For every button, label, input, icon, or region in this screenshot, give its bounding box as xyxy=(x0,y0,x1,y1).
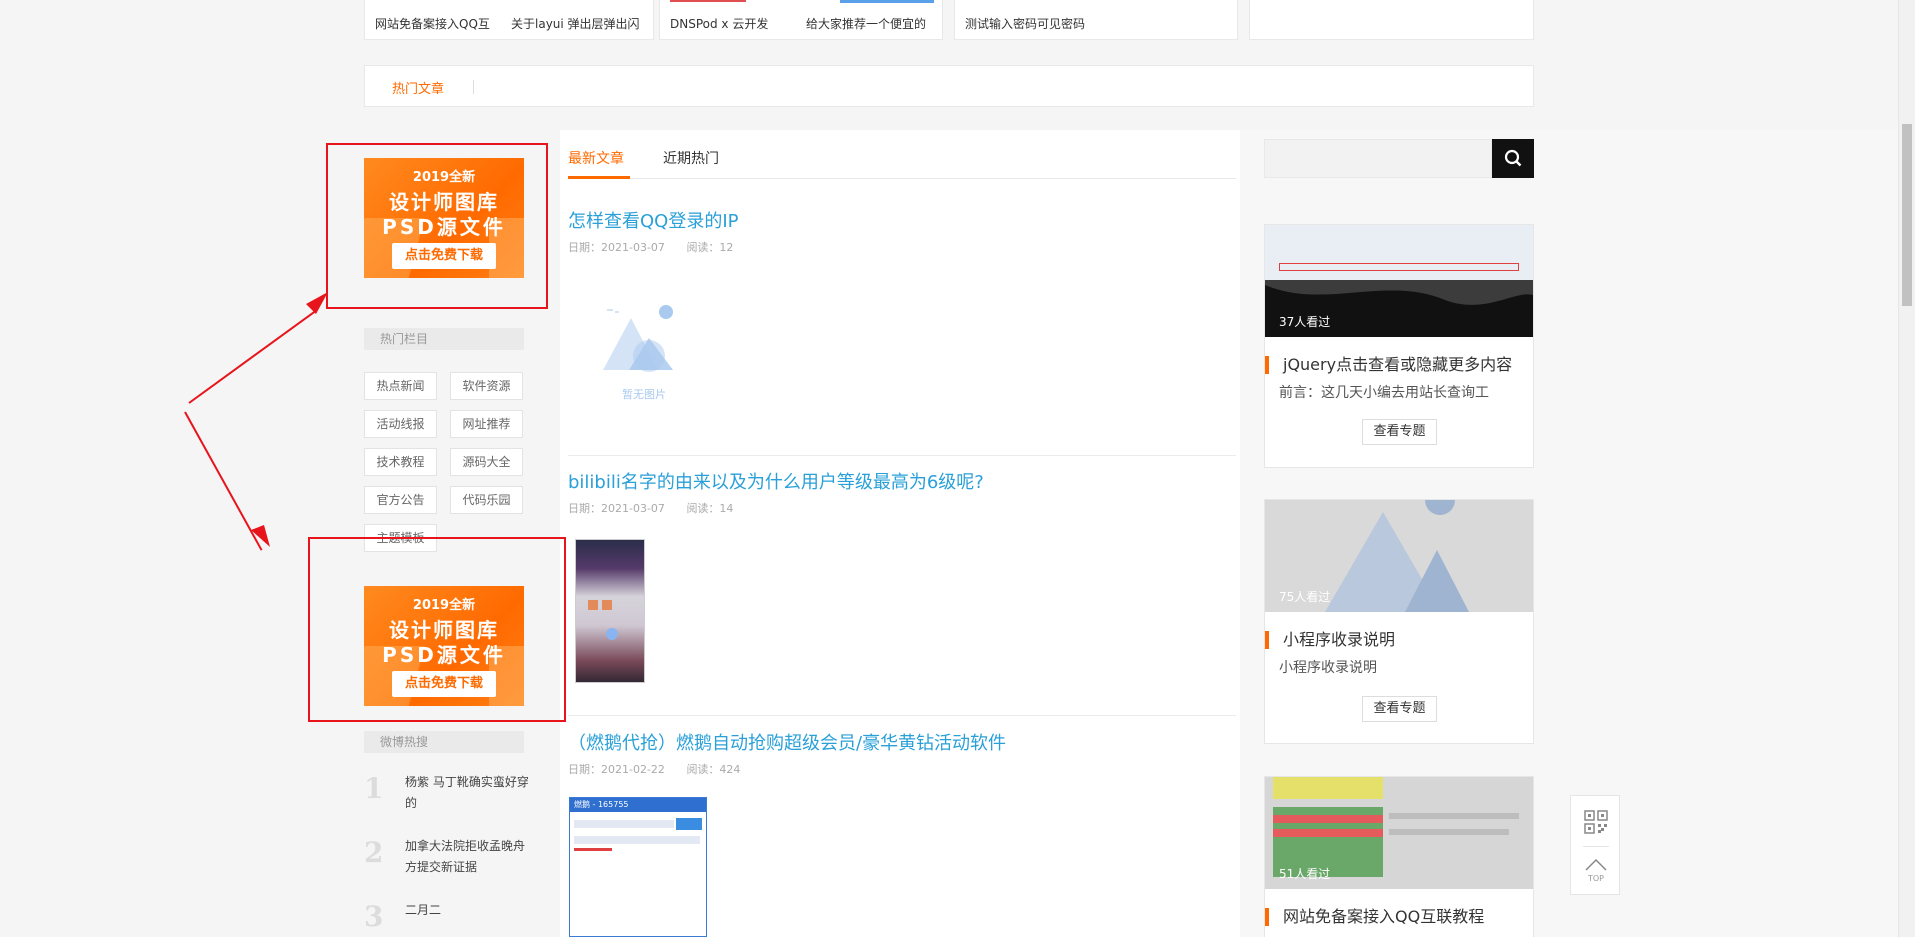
top-article-link[interactable]: 给大家推荐一个便宜的 xyxy=(806,15,926,32)
tab-rule xyxy=(568,178,1236,179)
category-button[interactable]: 技术教程 xyxy=(364,448,437,476)
back-to-top-label[interactable]: TOP xyxy=(1571,874,1621,883)
category-button[interactable]: 网址推荐 xyxy=(450,410,523,438)
thumb-edge xyxy=(670,0,746,2)
post-reads: 阅读：14 xyxy=(686,502,734,515)
topic-title[interactable]: 网站免备案接入QQ互联教程 xyxy=(1265,908,1484,926)
post-reads: 阅读：424 xyxy=(686,763,741,776)
top-article-link[interactable]: 网站免备案接入QQ互 xyxy=(375,15,490,32)
post-title-link[interactable]: （燃鹅代抢）燃鹅自动抢购超级会员/豪华黄钻活动软件 xyxy=(568,729,1006,755)
post-divider xyxy=(568,715,1236,716)
weibo-hot-item[interactable]: 1 杨紫 马丁靴确实蛮好穿的 xyxy=(364,772,534,816)
post-reads: 阅读：12 xyxy=(686,241,734,254)
post-date: 日期：2021-02-22 xyxy=(568,763,665,776)
thumb-decoration xyxy=(602,600,612,610)
thumb-edge xyxy=(840,0,934,3)
post-divider xyxy=(568,455,1236,456)
thumb-decoration xyxy=(606,628,618,640)
post-date: 日期：2021-03-07 xyxy=(568,241,665,254)
no-image-label: 暂无图片 xyxy=(622,388,666,401)
page-scrollbar[interactable] xyxy=(1898,0,1915,937)
category-button[interactable]: 代码乐园 xyxy=(450,486,523,514)
category-button[interactable]: 热点新闻 xyxy=(364,372,437,400)
view-count: 37人看过 xyxy=(1279,315,1331,329)
top-article-link[interactable]: 关于layui 弹出层弹出闪 xyxy=(511,15,640,32)
post-meta: 日期：2021-02-22 阅读：424 xyxy=(568,761,758,777)
annotation-box xyxy=(308,537,566,722)
category-button[interactable]: 官方公告 xyxy=(364,486,437,514)
weibo-hot-item[interactable]: 2 加拿大法院拒收孟晚舟方提交新证据 xyxy=(364,836,534,880)
arrow-head-icon xyxy=(251,525,270,547)
annotation-box xyxy=(326,143,548,309)
category-button[interactable]: 活动线报 xyxy=(364,410,437,438)
post-thumbnail[interactable] xyxy=(575,539,645,683)
toolbar-divider xyxy=(1583,846,1609,847)
qr-code-icon[interactable] xyxy=(1584,810,1608,834)
scrollbar-thumb[interactable] xyxy=(1902,124,1912,306)
no-image-placeholder[interactable]: 暂无图片 xyxy=(603,302,685,402)
arrow-head-icon xyxy=(306,292,328,314)
view-count: 51人看过 xyxy=(1279,867,1331,881)
rank-number: 3 xyxy=(364,900,384,933)
view-topic-button[interactable]: 查看专题 xyxy=(1362,419,1437,445)
back-to-top-icon[interactable] xyxy=(1584,856,1608,874)
topic-title[interactable]: jQuery点击查看或隐藏更多内容 xyxy=(1265,356,1512,374)
post-thumbnail[interactable]: 燃鹅 - 165755 xyxy=(569,797,707,937)
post-title-link[interactable]: 怎样查看QQ登录的IP xyxy=(568,207,739,233)
top-article-link[interactable]: 测试输入密码可见密码 xyxy=(965,15,1085,32)
weibo-hot-text[interactable]: 杨紫 马丁靴确实蛮好穿的 xyxy=(405,772,535,814)
thumb-decoration xyxy=(1273,815,1383,823)
active-tab-indicator xyxy=(568,176,630,179)
tab-separator xyxy=(473,80,474,94)
post-meta: 日期：2021-03-07 阅读：14 xyxy=(568,500,751,516)
floating-toolbar: TOP xyxy=(1570,795,1620,895)
top-article-link[interactable]: DNSPod x 云开发 xyxy=(670,15,768,32)
thumb-row xyxy=(574,836,700,844)
topic-card[interactable]: 51人看过 网站免备案接入QQ互联教程 xyxy=(1264,776,1534,937)
top-article-card[interactable] xyxy=(1249,0,1534,40)
weibo-hot-item[interactable]: 3 二月二 xyxy=(364,900,535,933)
search-button[interactable] xyxy=(1492,139,1534,178)
thumb-row xyxy=(574,848,612,851)
top-article-card[interactable]: 测试输入密码可见密码 xyxy=(954,0,1238,40)
image-placeholder-icon xyxy=(603,305,673,372)
thumb-button xyxy=(676,818,702,830)
category-button[interactable]: 软件资源 xyxy=(450,372,523,400)
view-count: 75人看过 xyxy=(1279,590,1331,604)
weibo-hot-heading: 微博热搜 xyxy=(364,731,524,753)
search-input[interactable] xyxy=(1264,139,1492,178)
category-button[interactable]: 源码大全 xyxy=(450,448,523,476)
topic-description: 前言：这几天小编去用站长查询工 xyxy=(1279,385,1489,401)
weibo-hot-text[interactable]: 加拿大法院拒收孟晚舟方提交新证据 xyxy=(405,836,535,878)
rank-number: 1 xyxy=(364,772,384,805)
tab-recent-hot[interactable]: 近期热门 xyxy=(663,148,719,168)
post-meta: 日期：2021-03-07 阅读：12 xyxy=(568,239,751,255)
thumb-title-bar: 燃鹅 - 165755 xyxy=(570,798,706,812)
hot-columns-heading: 热门栏目 xyxy=(364,328,524,350)
post-date: 日期：2021-03-07 xyxy=(568,502,665,515)
thumb-decoration xyxy=(1273,777,1383,799)
thumb-decoration xyxy=(1389,813,1519,819)
thumb-decoration xyxy=(1273,829,1383,837)
rank-number: 2 xyxy=(364,836,384,869)
thumb-row xyxy=(574,820,674,828)
weibo-hot-text[interactable]: 二月二 xyxy=(405,900,535,921)
thumb-decoration xyxy=(1389,829,1509,835)
topic-card[interactable]: 75人看过 小程序收录说明 小程序收录说明 查看专题 xyxy=(1264,499,1534,744)
tab-hot-articles[interactable]: 热门文章 xyxy=(392,78,444,97)
post-title-link[interactable]: bilibili名字的由来以及为什么用户等级最高为6级呢? xyxy=(568,468,984,494)
top-article-card[interactable]: 网站免备案接入QQ互 关于layui 弹出层弹出闪 xyxy=(364,0,654,40)
topic-card[interactable]: 37人看过 jQuery点击查看或隐藏更多内容 前言：这几天小编去用站长查询工 … xyxy=(1264,224,1534,468)
search-icon xyxy=(1504,149,1522,167)
view-topic-button[interactable]: 查看专题 xyxy=(1362,696,1437,722)
tab-latest-articles[interactable]: 最新文章 xyxy=(568,148,624,168)
hot-articles-bar: 热门文章 xyxy=(364,65,1534,107)
topic-title[interactable]: 小程序收录说明 xyxy=(1265,631,1395,649)
topic-description: 小程序收录说明 xyxy=(1279,660,1377,676)
top-article-card[interactable]: DNSPod x 云开发 给大家推荐一个便宜的 xyxy=(659,0,943,40)
thumb-decoration xyxy=(588,600,598,610)
